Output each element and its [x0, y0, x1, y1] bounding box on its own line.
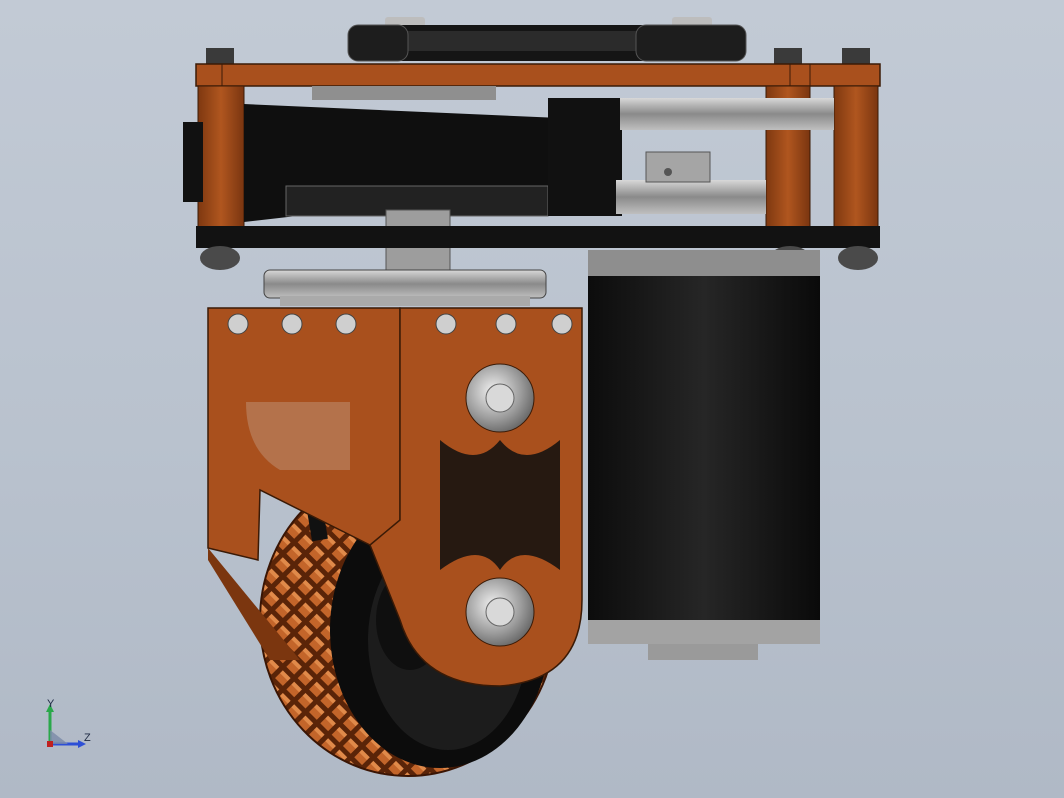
reference-triad: Y Z — [36, 698, 106, 760]
triad-origin — [47, 741, 53, 747]
z-axis-label: Z — [84, 732, 91, 744]
cad-model-render[interactable] — [0, 0, 1064, 798]
graphics-viewport[interactable]: Y Z — [0, 0, 1064, 798]
lower-gear — [263, 269, 547, 306]
drive-motor — [588, 250, 820, 660]
top-belt-drive — [347, 17, 747, 62]
y-axis-label: Y — [47, 698, 55, 710]
